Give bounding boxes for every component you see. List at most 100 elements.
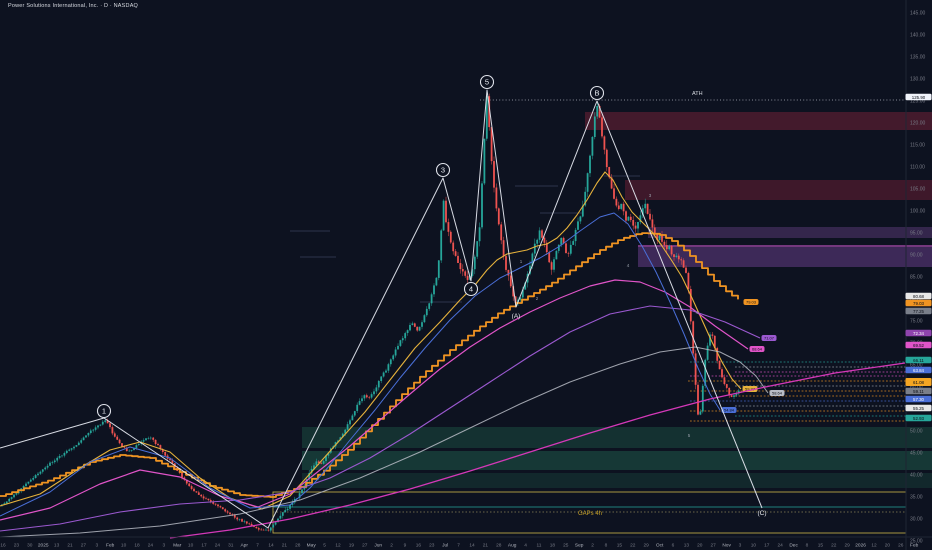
candle-body bbox=[730, 395, 733, 397]
candle-body bbox=[238, 519, 241, 520]
candle-body bbox=[255, 526, 258, 529]
candle-body bbox=[109, 423, 111, 428]
price-badge-text: 59.11 bbox=[913, 389, 924, 394]
purple-ma: 71.07 bbox=[0, 305, 777, 532]
candle-body bbox=[572, 241, 575, 245]
price-badge: 72.34 bbox=[905, 329, 932, 337]
time-tick: 7 bbox=[256, 543, 259, 549]
candle-body bbox=[128, 450, 131, 452]
demand-zone-1[interactable] bbox=[302, 427, 932, 448]
time-tick: 22 bbox=[831, 543, 837, 549]
wave-label-5[interactable]: 5 bbox=[479, 74, 495, 90]
candle-body bbox=[675, 255, 678, 257]
candle-body bbox=[651, 219, 654, 228]
time-tick: 12 bbox=[871, 543, 877, 549]
candle-body bbox=[269, 527, 272, 531]
candle-body bbox=[135, 445, 138, 448]
candle-body bbox=[543, 237, 546, 243]
price-tick: 75.00 bbox=[910, 319, 923, 325]
time-tick: 16 bbox=[0, 543, 6, 549]
wave-label-3[interactable]: 3 bbox=[435, 162, 451, 178]
candle-body bbox=[245, 521, 248, 524]
candle-body bbox=[154, 439, 157, 444]
wave-label-(C)[interactable]: (C) bbox=[757, 510, 766, 517]
candle-body bbox=[25, 483, 27, 486]
time-tick: Mar bbox=[173, 543, 182, 549]
supply-zone-1[interactable] bbox=[585, 112, 932, 130]
price-tick: 100.00 bbox=[910, 209, 926, 215]
candle-body bbox=[116, 436, 119, 440]
demand-zone-3[interactable] bbox=[302, 473, 932, 488]
time-axis[interactable]: 16 23 30 2025 13 21 27 3 Feb 10 18 24 3 Mar 10 17 24 31 Ap… bbox=[0, 543, 918, 549]
candle-body bbox=[349, 420, 351, 425]
candle-body bbox=[262, 529, 265, 531]
time-tick: Jun bbox=[374, 543, 382, 549]
candle-body bbox=[694, 353, 697, 385]
gaps-box-drawing[interactable]: GAPs 4h bbox=[272, 491, 907, 534]
candle-body bbox=[46, 465, 49, 468]
chart-title[interactable]: Power Solutions International, Inc. · D … bbox=[8, 3, 138, 9]
wave-label-4[interactable]: 4 bbox=[463, 281, 479, 297]
candle-body bbox=[113, 433, 116, 437]
time-tick: 10 bbox=[751, 543, 757, 549]
ath-line-drawing[interactable]: ATH bbox=[480, 91, 906, 101]
candle-body bbox=[569, 244, 572, 254]
price-tick: 130.00 bbox=[910, 77, 926, 83]
candle-body bbox=[404, 333, 407, 339]
candle-body bbox=[601, 117, 603, 137]
candle-body bbox=[370, 394, 373, 398]
demand-zone-2[interactable] bbox=[302, 451, 932, 470]
chart-pane[interactable]: GAPs 4hATH79.0359.3768.6471.0754.8458.64… bbox=[0, 0, 932, 550]
supply-zone-2[interactable] bbox=[625, 180, 932, 200]
candle-body bbox=[682, 260, 685, 268]
candle-body bbox=[65, 450, 68, 453]
price-tick: 135.00 bbox=[910, 55, 926, 61]
candle-body bbox=[423, 315, 426, 323]
time-tick: 15 bbox=[617, 543, 623, 549]
time-tick: Sep bbox=[575, 543, 584, 549]
time-tick: Dec bbox=[789, 543, 798, 549]
wave-label-(A)[interactable]: (A) bbox=[512, 313, 521, 320]
candle-body bbox=[274, 522, 277, 525]
candle-body bbox=[147, 438, 150, 439]
candle-body bbox=[214, 503, 217, 505]
candle-body bbox=[409, 325, 411, 331]
candle-body bbox=[375, 387, 378, 392]
wave-label-B[interactable]: B bbox=[589, 85, 605, 101]
blue-ma-path bbox=[0, 212, 721, 517]
time-tick: 28 bbox=[295, 543, 301, 549]
wave-label-1[interactable]: 1 bbox=[96, 403, 112, 419]
candle-body bbox=[8, 498, 11, 502]
candle-body bbox=[447, 222, 450, 232]
candle-body bbox=[574, 229, 577, 242]
price-badge: 52.93 bbox=[905, 414, 932, 422]
candle-body bbox=[658, 235, 661, 241]
time-tick: 8 bbox=[806, 543, 809, 549]
candle-body bbox=[629, 216, 632, 220]
candle-body bbox=[53, 460, 56, 463]
gray-ma-value-text: 58.64 bbox=[772, 391, 783, 396]
purple-zone-1[interactable] bbox=[648, 227, 932, 238]
candle-body bbox=[365, 395, 368, 398]
candle-body bbox=[118, 439, 121, 444]
time-tick: 26 bbox=[898, 543, 904, 549]
time-tick: 31 bbox=[228, 543, 234, 549]
candle-body bbox=[541, 230, 543, 238]
candle-body bbox=[493, 161, 495, 188]
price-tick: 40.00 bbox=[910, 473, 923, 479]
price-badge-text: 80.68 bbox=[913, 294, 925, 299]
candle-body bbox=[706, 345, 709, 360]
candle-body bbox=[428, 303, 431, 309]
price-badge-text: 69.52 bbox=[913, 343, 925, 348]
candle-body bbox=[181, 472, 183, 478]
candle-body bbox=[32, 478, 35, 480]
candle-body bbox=[699, 411, 702, 415]
candle-body bbox=[361, 398, 363, 402]
time-tick: 19 bbox=[349, 543, 355, 549]
candle-body bbox=[505, 256, 507, 270]
candle-body bbox=[445, 200, 447, 223]
candle-body bbox=[502, 240, 505, 257]
price-badge-text: 55.25 bbox=[913, 406, 925, 411]
purple-zone-2[interactable] bbox=[638, 245, 932, 267]
candle-body bbox=[387, 364, 390, 371]
